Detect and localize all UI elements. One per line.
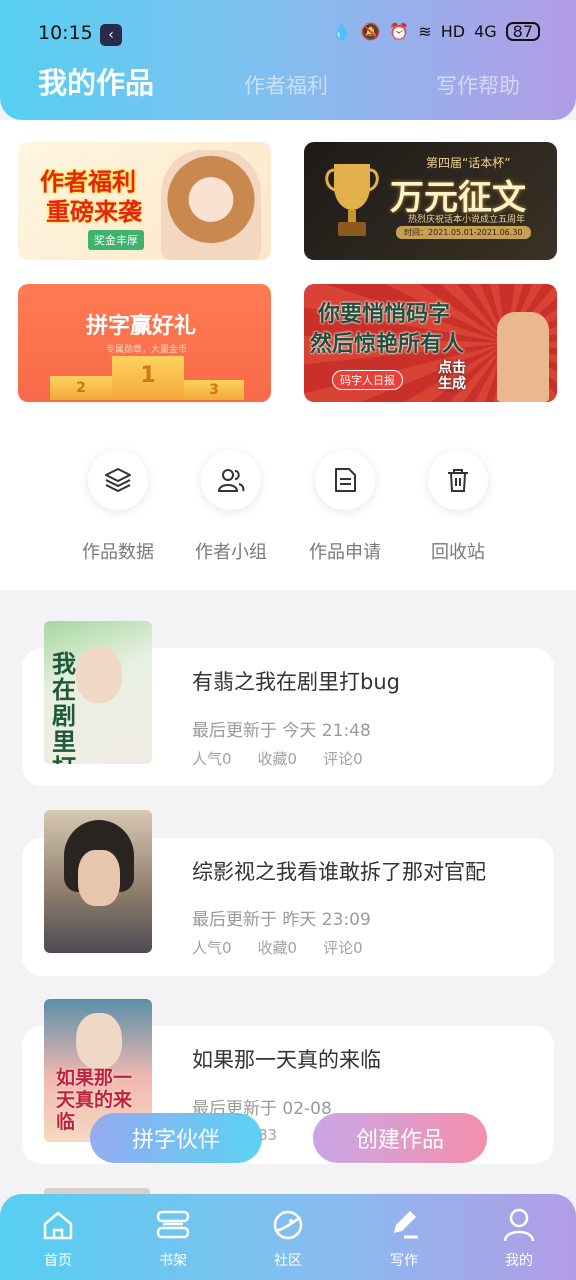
page-title[interactable]: 我的作品 bbox=[38, 60, 154, 102]
cover-title: 我在剧里打bug bbox=[52, 650, 76, 764]
water-drop-icon: 💧 bbox=[331, 22, 352, 41]
banner-line2: 重磅来袭 bbox=[46, 198, 142, 226]
quick-item-author-group[interactable]: 作者小组 bbox=[181, 450, 281, 564]
quick-item-work-apply[interactable]: 作品申请 bbox=[295, 450, 395, 564]
header-tabs: 我的作品 作者福利 写作帮助 bbox=[38, 60, 526, 102]
book-cover[interactable] bbox=[44, 810, 152, 953]
fist-illustration bbox=[497, 312, 549, 402]
nav-label: 首页 bbox=[44, 1253, 72, 1269]
quick-label: 作品数据 bbox=[82, 542, 154, 563]
quick-item-work-data[interactable]: 作品数据 bbox=[68, 450, 168, 564]
anime-girl-illustration bbox=[161, 150, 261, 260]
nav-label: 书架 bbox=[159, 1253, 187, 1269]
home-icon bbox=[18, 1206, 98, 1244]
banner-date: 时间：2021.05.01-2021.06.30 bbox=[396, 226, 531, 239]
banner-title: 拼字赢好礼 bbox=[86, 314, 197, 339]
bookshelf-icon bbox=[133, 1206, 213, 1244]
banner-line2: 然后惊艳所有人 bbox=[310, 332, 465, 357]
book-cover[interactable]: 我在剧里打bug bbox=[44, 621, 152, 764]
work-updated: 最后更新于 今天 21:48 bbox=[192, 721, 371, 741]
work-title[interactable]: 如果那一天真的来临 bbox=[192, 1044, 381, 1074]
network-label: HD bbox=[440, 22, 466, 41]
work-title[interactable]: 综影视之我看谁敢拆了那对官配 bbox=[192, 856, 486, 886]
status-time: 10:15 bbox=[38, 22, 93, 44]
stat-favorites: 收藏0 bbox=[257, 750, 298, 768]
nav-label: 写作 bbox=[390, 1253, 418, 1269]
tab-writing-help[interactable]: 写作帮助 bbox=[436, 70, 520, 100]
stat-comments: 评论0 bbox=[323, 750, 363, 768]
app-notification-icon: ‹ bbox=[100, 24, 122, 46]
podium-first: 1 bbox=[112, 356, 184, 400]
quick-label: 作品申请 bbox=[309, 542, 381, 563]
bottom-nav: 首页 书架 社区 写作 我的 bbox=[0, 1194, 576, 1280]
mute-vibrate-icon: 🔕 bbox=[360, 22, 381, 41]
quick-item-recycle-bin[interactable]: 回收站 bbox=[408, 450, 508, 564]
podium-second: 2 bbox=[50, 376, 112, 400]
banner-line1: 你要悄悄码字 bbox=[318, 302, 451, 327]
stat-favorites: 收藏0 bbox=[257, 939, 298, 957]
nav-item-write[interactable]: 写作 bbox=[364, 1206, 444, 1270]
nav-label: 社区 bbox=[274, 1253, 302, 1269]
work-stats: 人气0 收藏0 评论0 bbox=[192, 748, 363, 769]
banner-cta: 点击生成 bbox=[438, 360, 466, 392]
signal-icon: 4G bbox=[474, 22, 497, 41]
cover-character bbox=[78, 850, 120, 906]
nav-item-community[interactable]: 社区 bbox=[248, 1206, 328, 1270]
work-stats: 人气0 收藏0 评论0 bbox=[192, 937, 363, 958]
nav-label: 我的 bbox=[505, 1253, 533, 1269]
create-work-button[interactable]: 创建作品 bbox=[313, 1113, 487, 1163]
podium-third: 3 bbox=[184, 380, 244, 400]
nav-item-profile[interactable]: 我的 bbox=[479, 1206, 559, 1270]
nav-item-bookshelf[interactable]: 书架 bbox=[133, 1206, 213, 1270]
trash-icon bbox=[428, 450, 488, 510]
stat-popularity: 人气0 bbox=[192, 939, 232, 957]
work-title[interactable]: 有翡之我在剧里打bug bbox=[192, 666, 400, 696]
banner-essay-contest[interactable]: 第四届“话本杯” 万元征文 热烈庆祝话本小说成立五周年 时间：2021.05.0… bbox=[304, 142, 557, 260]
quick-label: 回收站 bbox=[431, 542, 485, 563]
banner-typing-gift[interactable]: 拼字赢好礼 专属勋章，大量金币 2 1 3 bbox=[18, 284, 271, 402]
work-updated: 最后更新于 昨天 23:09 bbox=[192, 910, 371, 930]
writing-partner-button[interactable]: 拼字伙伴 bbox=[90, 1113, 262, 1163]
nav-item-home[interactable]: 首页 bbox=[18, 1206, 98, 1270]
banner-subtitle: 热烈庆祝话本小说成立五周年 bbox=[408, 215, 526, 225]
banner-grid: 作者福利 重磅来袭 奖金丰厚 第四届“话本杯” 万元征文 热烈庆祝话本小说成立五… bbox=[0, 120, 576, 402]
stat-popularity: 人气0 bbox=[192, 750, 232, 768]
profile-icon bbox=[479, 1206, 559, 1244]
alarm-icon: ⏰ bbox=[389, 22, 410, 41]
battery-icon: 87 bbox=[505, 22, 540, 41]
quick-actions: 作品数据 作者小组 作品申请 回收站 bbox=[0, 402, 576, 590]
status-icons: 💧 🔕 ⏰ ≋ HD 4G 87 bbox=[332, 22, 540, 41]
banner-tag: 奖金丰厚 bbox=[88, 230, 144, 250]
wifi-icon: ≋ bbox=[418, 22, 432, 41]
cover-character bbox=[76, 647, 122, 703]
trophy-icon bbox=[325, 164, 379, 236]
pen-icon bbox=[364, 1206, 444, 1244]
quick-label: 作者小组 bbox=[195, 542, 267, 563]
stat-comments: 评论0 bbox=[323, 939, 363, 957]
planet-icon bbox=[248, 1206, 328, 1244]
users-icon bbox=[201, 450, 261, 510]
status-bar: 10:15 ‹ 💧 🔕 ⏰ ≋ HD 4G 87 bbox=[38, 22, 540, 48]
banner-pill: 码字人日报 bbox=[332, 370, 403, 390]
banner-author-benefits[interactable]: 作者福利 重磅来袭 奖金丰厚 bbox=[18, 142, 271, 260]
layers-icon bbox=[88, 450, 148, 510]
banner-small-title: 第四届“话本杯” bbox=[426, 156, 511, 170]
podium-illustration: 2 1 3 bbox=[50, 354, 244, 400]
tab-author-benefits[interactable]: 作者福利 bbox=[244, 70, 328, 100]
cover-character bbox=[76, 1013, 122, 1069]
banner-daily-report[interactable]: 你要悄悄码字 然后惊艳所有人 码字人日报 点击生成 bbox=[304, 284, 557, 402]
document-icon bbox=[315, 450, 375, 510]
top-header: 10:15 ‹ 💧 🔕 ⏰ ≋ HD 4G 87 我的作品 作者福利 写作帮助 bbox=[0, 0, 576, 120]
